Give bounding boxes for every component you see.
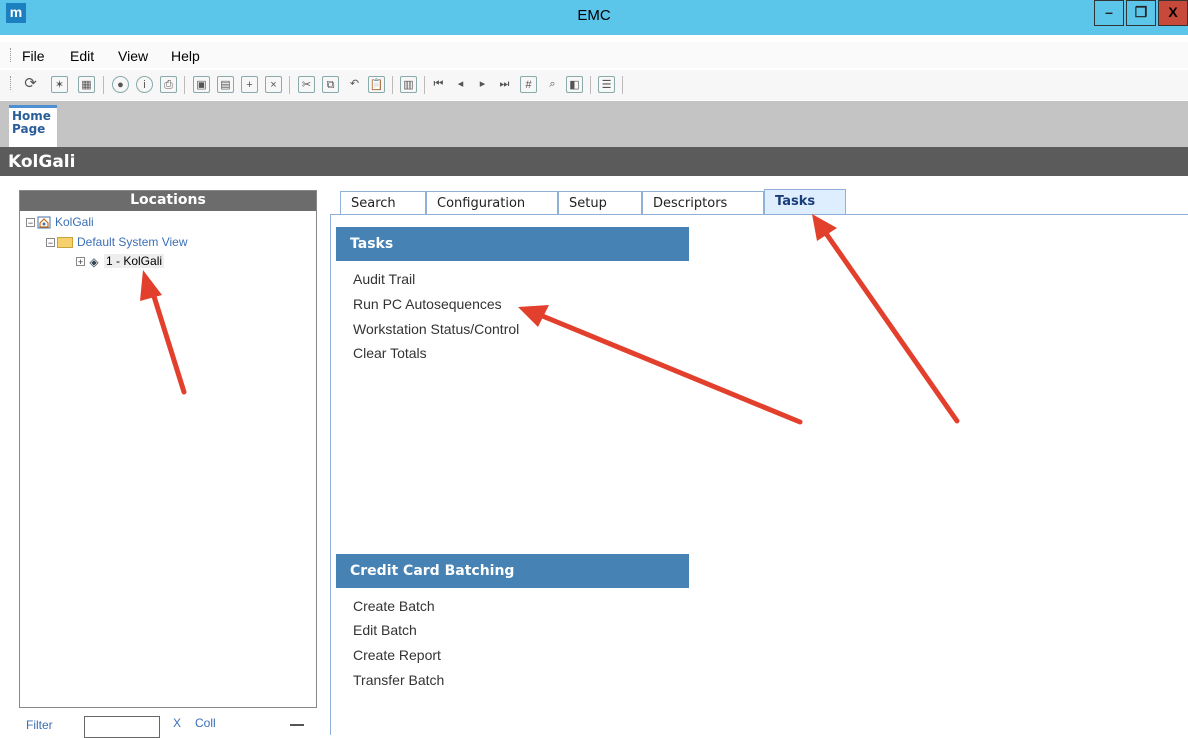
close-button[interactable]: X: [1158, 0, 1188, 26]
toolbar-separator: [392, 76, 393, 94]
new-window-icon[interactable]: ✶: [51, 76, 68, 93]
window-title: EMC: [577, 7, 611, 24]
folder-icon: [57, 237, 73, 249]
location-title-bar: KolGali: [0, 147, 1188, 176]
home-page-tab[interactable]: Home Page: [9, 105, 57, 147]
print-icon[interactable]: ⎙: [160, 76, 177, 93]
add-record-icon[interactable]: +: [241, 76, 258, 93]
section-header-credit-card-batching: Credit Card Batching: [336, 554, 689, 588]
undo-icon[interactable]: ↶: [346, 76, 363, 93]
task-run-pc-autosequences[interactable]: Run PC Autosequences: [353, 296, 502, 312]
menu-help[interactable]: Help: [171, 48, 200, 64]
tab-search[interactable]: Search: [340, 191, 426, 215]
list-view-icon[interactable]: ☰: [598, 76, 615, 93]
home-location-icon: [37, 216, 51, 229]
task-workstation-status-control[interactable]: Workstation Status/Control: [353, 321, 519, 337]
grid-view-icon[interactable]: ▥: [400, 76, 417, 93]
delete-record-icon[interactable]: ×: [265, 76, 282, 93]
cut-icon[interactable]: ✂: [298, 76, 315, 93]
minimize-panel-icon[interactable]: [290, 724, 304, 726]
menu-file[interactable]: File: [22, 48, 45, 64]
filter-label: Filter: [26, 718, 53, 732]
paste-icon[interactable]: 📋: [368, 76, 385, 93]
task-create-report[interactable]: Create Report: [353, 647, 441, 663]
menu-view[interactable]: View: [118, 48, 148, 64]
home-tab-line2: Page: [12, 122, 46, 136]
tree-node-system-view[interactable]: − Default System View: [46, 235, 188, 249]
tree-label-system-view[interactable]: Default System View: [77, 235, 188, 249]
refresh-icon[interactable]: ⟳: [22, 76, 39, 93]
restore-button[interactable]: ❐: [1126, 0, 1156, 26]
toolbar-separator: [424, 76, 425, 94]
menu-bar: File Edit View Help: [0, 42, 1188, 68]
record-icon[interactable]: ●: [112, 76, 129, 93]
tree-node-location[interactable]: + ◈ 1 - KolGali: [76, 254, 165, 269]
task-audit-trail[interactable]: Audit Trail: [353, 271, 415, 287]
locations-panel: Locations − KolGali − Default System View …: [19, 190, 317, 708]
tab-descriptors[interactable]: Descriptors: [642, 191, 764, 215]
copy-icon[interactable]: ⧉: [322, 76, 339, 93]
goto-record-icon[interactable]: #: [520, 76, 537, 93]
find-icon[interactable]: ⌕: [544, 76, 561, 93]
previous-record-icon[interactable]: ◂: [452, 76, 469, 93]
task-clear-totals[interactable]: Clear Totals: [353, 345, 427, 361]
toolbar-grip: [10, 76, 13, 90]
menu-edit[interactable]: Edit: [70, 48, 94, 64]
expand-icon[interactable]: +: [76, 257, 85, 267]
section-header-tasks: Tasks: [336, 227, 689, 261]
clear-filter-button[interactable]: X: [173, 716, 181, 730]
toolbar-separator: [184, 76, 185, 94]
toolbar: ⟳ ✶ ▦ ● i ⎙ ▣ ▤ + × ✂ ⧉ ↶ 📋 ▥ ⏮ ◂ ▸ ⏭ # …: [0, 70, 1188, 100]
save-all-icon[interactable]: ▤: [217, 76, 234, 93]
locations-header: Locations: [20, 191, 316, 211]
minimize-button[interactable]: –: [1094, 0, 1124, 26]
collapse-button[interactable]: Coll: [195, 716, 216, 730]
tasks-content-panel: Tasks Audit Trail Run PC Autosequences W…: [330, 214, 1188, 735]
menu-grip: [10, 48, 13, 62]
tree-node-root[interactable]: − KolGali: [26, 215, 94, 229]
home-tab-strip: Home Page: [0, 101, 1188, 147]
toolbar-separator: [289, 76, 290, 94]
window-icon[interactable]: ◧: [566, 76, 583, 93]
first-record-icon[interactable]: ⏮: [430, 76, 447, 93]
save-icon[interactable]: ▣: [193, 76, 210, 93]
last-record-icon[interactable]: ⏭: [496, 76, 513, 93]
cascade-windows-icon[interactable]: ▦: [78, 76, 95, 93]
location-title: KolGali: [8, 152, 76, 172]
title-bar: m EMC – ❐ X: [0, 0, 1188, 35]
task-transfer-batch[interactable]: Transfer Batch: [353, 672, 444, 688]
tree-label-root[interactable]: KolGali: [55, 215, 94, 229]
collapse-icon[interactable]: −: [26, 218, 35, 228]
location-diamond-icon: ◈: [89, 254, 99, 269]
tab-tasks[interactable]: Tasks: [764, 189, 846, 215]
collapse-icon[interactable]: −: [46, 238, 55, 248]
toolbar-separator: [590, 76, 591, 94]
task-edit-batch[interactable]: Edit Batch: [353, 622, 417, 638]
tab-setup[interactable]: Setup: [558, 191, 642, 215]
tree-label-location[interactable]: 1 - KolGali: [104, 254, 165, 268]
toolbar-separator: [622, 76, 623, 94]
toolbar-separator: [103, 76, 104, 94]
next-record-icon[interactable]: ▸: [474, 76, 491, 93]
task-create-batch[interactable]: Create Batch: [353, 598, 435, 614]
info-icon[interactable]: i: [136, 76, 153, 93]
tab-configuration[interactable]: Configuration: [426, 191, 558, 215]
